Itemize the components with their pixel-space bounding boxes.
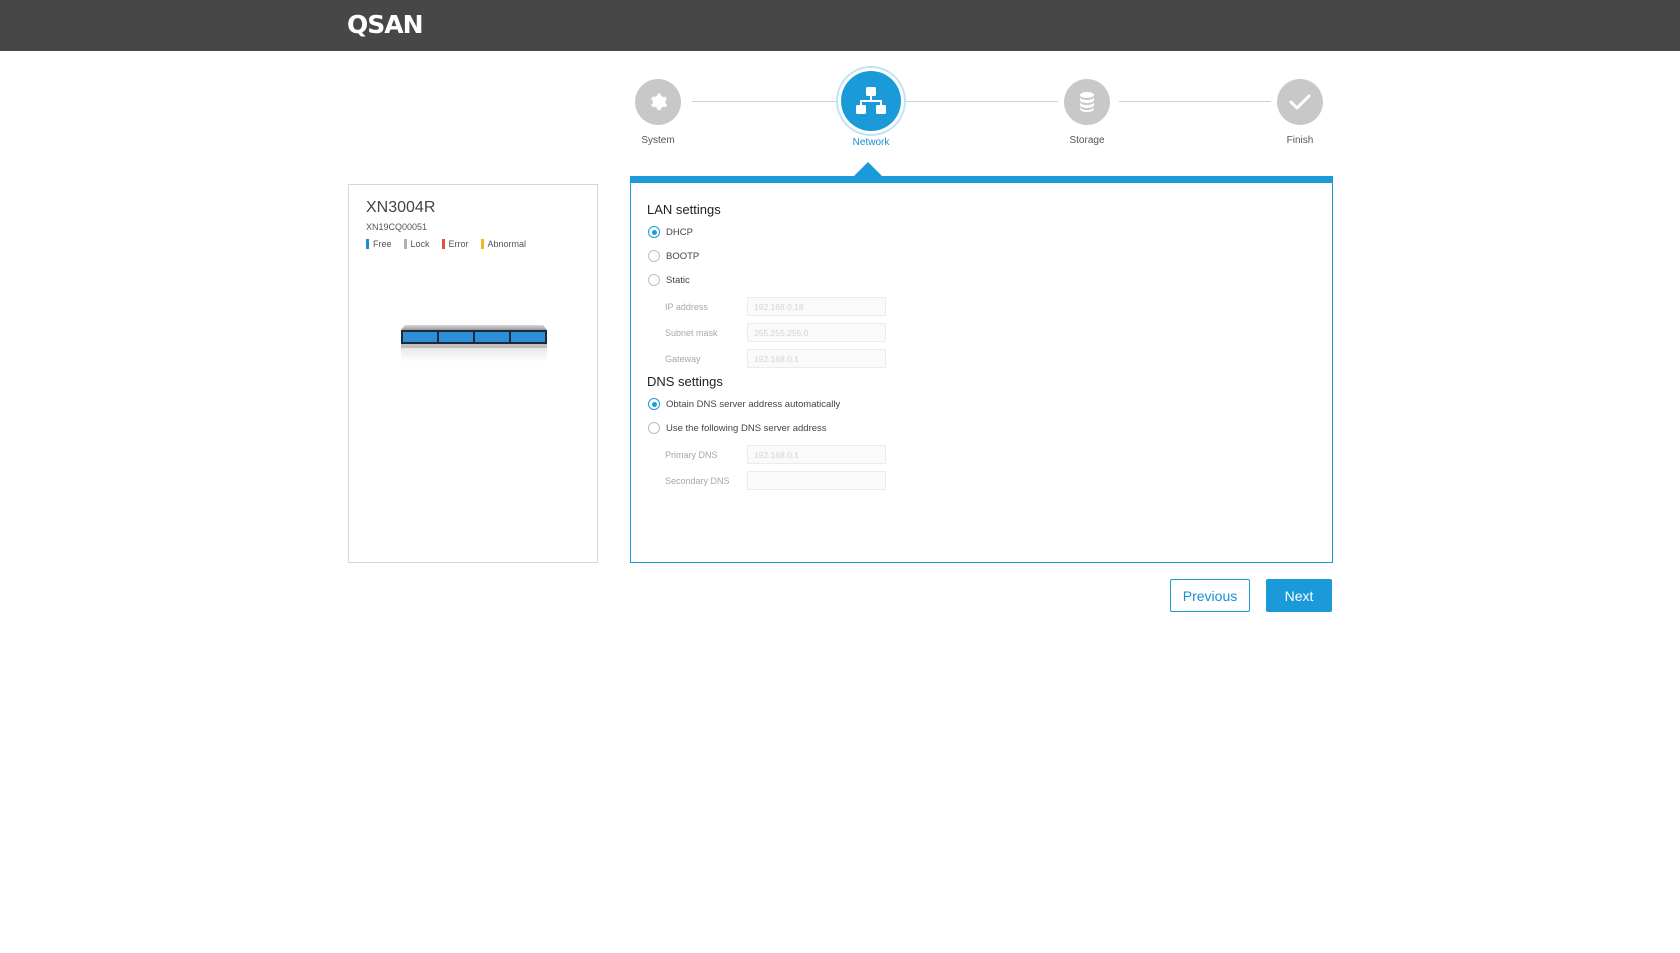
legend-label: Error	[448, 239, 469, 249]
primary-dns-label: Primary DNS	[665, 449, 718, 460]
checkmark-icon	[1289, 94, 1311, 110]
radio-label: Obtain DNS server address automatically	[666, 398, 841, 410]
legend-label: Lock	[410, 239, 430, 249]
previous-button[interactable]: Previous	[1170, 579, 1250, 612]
network-settings-panel: LAN settings DHCP BOOTP Static IP addres…	[630, 183, 1333, 563]
subnet-mask-label: Subnet mask	[665, 327, 718, 338]
gateway-row: Gateway	[665, 349, 886, 368]
radio-label: Static	[666, 274, 690, 286]
step-network-label: Network	[852, 137, 890, 148]
setup-wizard-stepper: System Network Storage Finish	[0, 0, 1680, 180]
primary-dns-input[interactable]	[747, 445, 886, 464]
legend-swatch	[480, 239, 484, 249]
dns-settings-title: DNS settings	[647, 374, 723, 389]
disk-status-legend: Free Lock Error Abnormal	[366, 239, 526, 249]
step-system-circle	[635, 79, 681, 125]
active-step-pointer	[853, 162, 883, 177]
legend-label: Free	[373, 239, 392, 249]
legend-abnormal: Abnormal	[480, 239, 527, 249]
subnet-mask-input[interactable]	[747, 323, 886, 342]
legend-swatch	[366, 239, 369, 249]
radio-button[interactable]	[648, 250, 660, 262]
nas-device-image	[401, 325, 547, 362]
radio-dns-manual[interactable]: Use the following DNS server address	[648, 422, 827, 434]
legend-free: Free	[366, 239, 392, 249]
gateway-input[interactable]	[747, 349, 886, 368]
step-storage-label: Storage	[1069, 135, 1105, 146]
radio-button[interactable]	[648, 226, 660, 238]
device-model: XN3004R	[366, 199, 436, 216]
legend-lock: Lock	[403, 239, 430, 249]
radio-button[interactable]	[648, 274, 660, 286]
network-icon	[856, 87, 886, 114]
radio-dhcp[interactable]: DHCP	[648, 226, 693, 238]
radio-button[interactable]	[648, 398, 660, 410]
legend-label: Abnormal	[487, 239, 527, 249]
step-system-label: System	[641, 135, 675, 146]
next-button[interactable]: Next	[1266, 579, 1332, 612]
secondary-dns-input[interactable]	[747, 471, 886, 490]
database-icon	[1080, 92, 1094, 112]
step-storage[interactable]: Storage	[1032, 79, 1142, 146]
radio-label: Use the following DNS server address	[666, 422, 827, 434]
radio-label: DHCP	[666, 226, 693, 238]
step-system[interactable]: System	[603, 79, 713, 146]
subnet-mask-row: Subnet mask	[665, 323, 886, 342]
radio-label: BOOTP	[666, 250, 700, 262]
step-finish[interactable]: Finish	[1245, 79, 1355, 146]
radio-static[interactable]: Static	[648, 274, 690, 286]
lan-settings-title: LAN settings	[647, 202, 721, 217]
primary-dns-row: Primary DNS	[665, 445, 886, 464]
legend-error: Error	[441, 239, 469, 249]
legend-swatch	[403, 239, 407, 249]
secondary-dns-row: Secondary DNS	[665, 471, 886, 490]
secondary-dns-label: Secondary DNS	[665, 475, 730, 486]
radio-button[interactable]	[648, 422, 660, 434]
step-storage-circle	[1064, 79, 1110, 125]
ip-address-row: IP address	[665, 297, 886, 316]
step-finish-label: Finish	[1286, 135, 1314, 146]
radio-bootp[interactable]: BOOTP	[648, 250, 699, 262]
ip-address-input[interactable]	[747, 297, 886, 316]
step-finish-circle	[1277, 79, 1323, 125]
device-serial: XN19CQ00051	[366, 222, 428, 232]
device-info-card: XN3004R XN19CQ00051 Free Lock Error Abno…	[348, 184, 598, 563]
step-network-circle	[841, 71, 901, 131]
legend-swatch	[441, 239, 445, 249]
step-network[interactable]: Network	[816, 71, 926, 148]
gateway-label: Gateway	[665, 353, 701, 364]
ip-address-label: IP address	[665, 301, 708, 312]
radio-dns-auto[interactable]: Obtain DNS server address automatically	[648, 398, 840, 410]
gear-icon	[651, 93, 668, 111]
